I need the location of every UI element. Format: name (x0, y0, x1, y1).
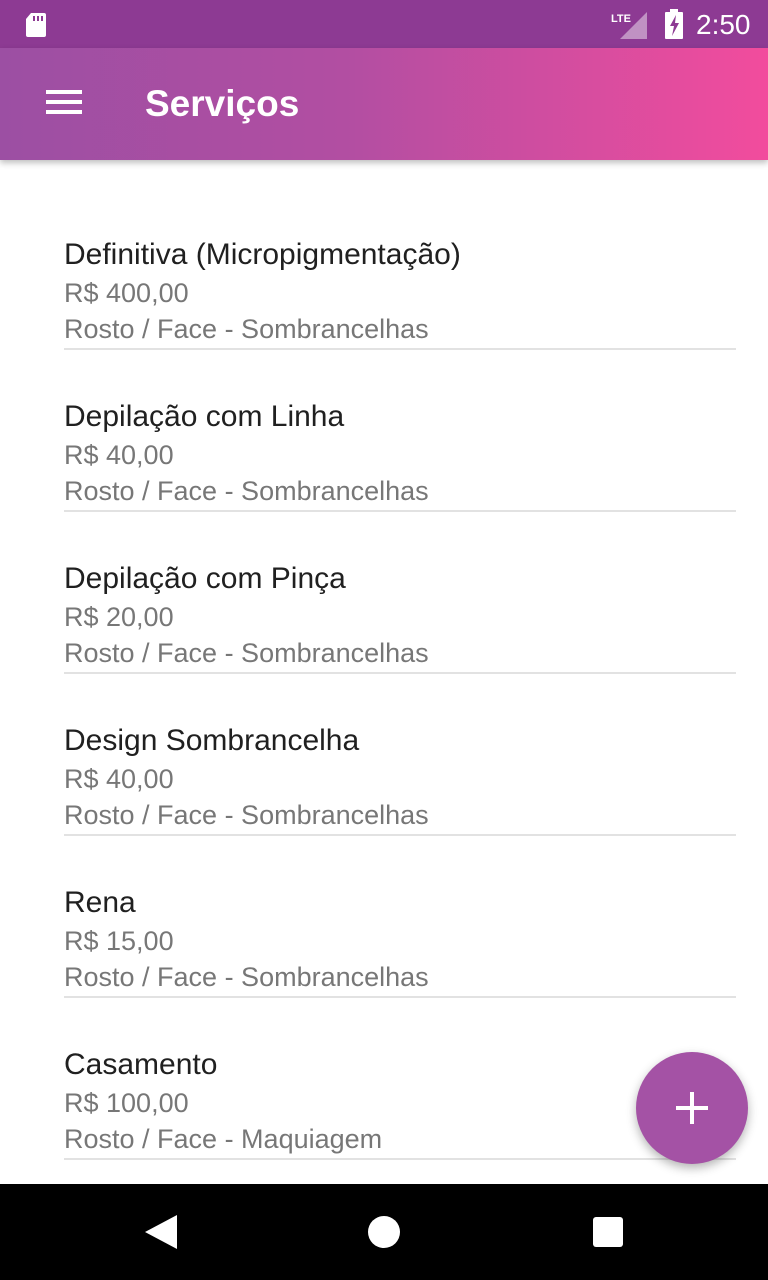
sd-card-icon (26, 13, 46, 37)
service-category: Rosto / Face - Maquiagem (64, 1124, 383, 1154)
recents-icon[interactable] (593, 1217, 623, 1247)
service-name: Definitiva (Micropigmentação) (64, 238, 461, 271)
service-name: Depilação com Linha (64, 400, 345, 433)
list-item[interactable]: Depilação com Linha R$ 40,00 Rosto / Fac… (64, 350, 736, 512)
back-icon[interactable] (144, 1214, 178, 1250)
home-icon[interactable] (368, 1216, 400, 1248)
page-title: Serviços (145, 83, 300, 124)
service-price: R$ 100,00 (64, 1088, 189, 1118)
list-item[interactable]: Depilação com Pinça R$ 20,00 Rosto / Fac… (64, 512, 736, 674)
service-price: R$ 40,00 (64, 764, 174, 794)
menu-icon[interactable] (34, 84, 82, 124)
service-name: Depilação com Pinça (64, 562, 346, 595)
service-price: R$ 20,00 (64, 602, 174, 632)
add-service-button[interactable] (636, 1052, 748, 1164)
services-list[interactable]: Definitiva (Micropigmentação) R$ 400,00 … (0, 160, 768, 1184)
lte-signal-icon: LTE (611, 12, 647, 39)
service-category: Rosto / Face - Sombrancelhas (64, 800, 429, 830)
service-price: R$ 400,00 (64, 278, 189, 308)
network-label: LTE (611, 13, 631, 25)
service-price: R$ 40,00 (64, 440, 174, 470)
battery-charging-icon (665, 9, 683, 39)
list-item[interactable]: Definitiva (Micropigmentação) R$ 400,00 … (64, 188, 736, 350)
service-name: Design Sombrancelha (64, 724, 360, 757)
list-item[interactable]: Design Sombrancelha R$ 40,00 Rosto / Fac… (64, 674, 736, 836)
status-clock: 2:50 (696, 9, 751, 40)
service-name: Casamento (64, 1048, 218, 1081)
service-price: R$ 15,00 (64, 926, 174, 956)
service-name: Rena (64, 886, 136, 919)
service-category: Rosto / Face - Sombrancelhas (64, 962, 429, 992)
list-item[interactable]: Rena R$ 15,00 Rosto / Face - Sombrancelh… (64, 836, 736, 998)
app-bar: Serviços (0, 48, 768, 160)
status-bar: LTE 2:50 (0, 0, 768, 48)
service-category: Rosto / Face - Sombrancelhas (64, 476, 429, 506)
service-category: Rosto / Face - Sombrancelhas (64, 314, 429, 344)
service-category: Rosto / Face - Sombrancelhas (64, 638, 429, 668)
list-item[interactable]: Casamento R$ 100,00 Rosto / Face - Maqui… (64, 998, 736, 1160)
